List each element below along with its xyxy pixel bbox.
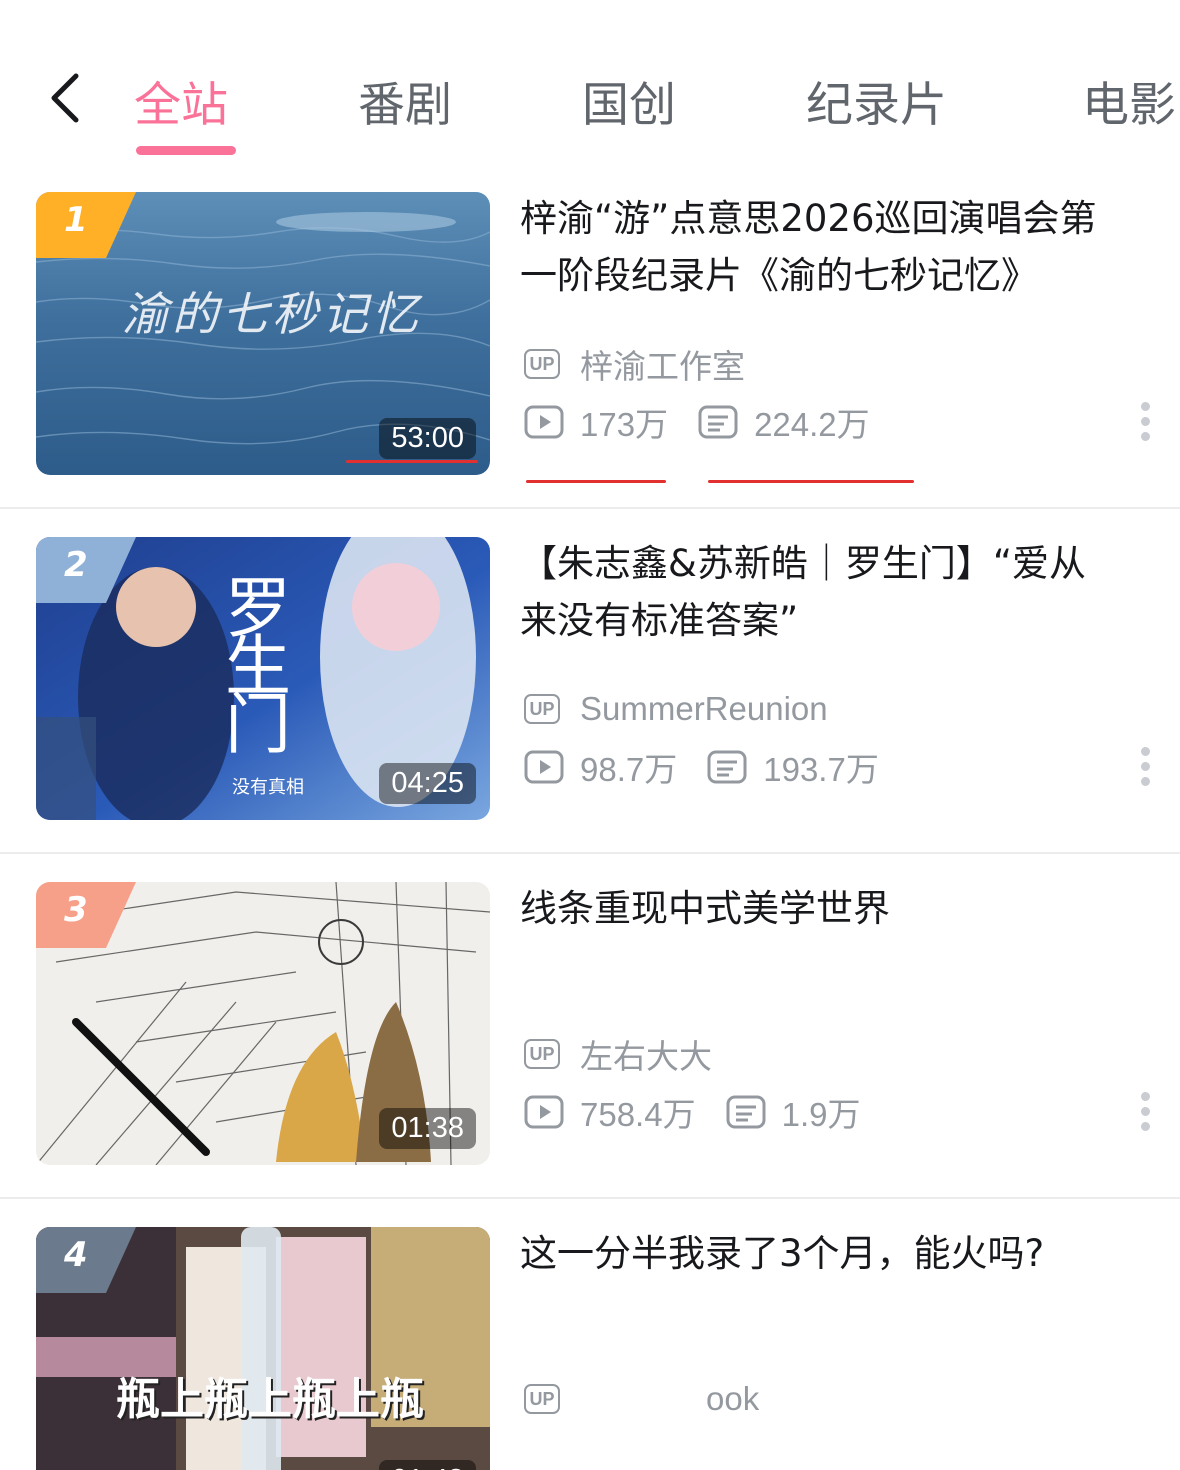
more-dots-icon[interactable] <box>1132 1092 1158 1140</box>
tab-guochuang[interactable]: 国创 <box>582 66 676 135</box>
play-count: 98.7万 <box>580 751 678 788</box>
uploader-line[interactable]: UP ook <box>524 1377 759 1421</box>
danmaku-count: 193.7万 <box>763 751 879 788</box>
tab-movie[interactable]: 电影 <box>1082 66 1176 135</box>
video-stats: 98.7万 193.7万 <box>524 745 879 789</box>
annotation-underline-plays <box>526 480 666 483</box>
uploader-line[interactable]: UP 梓渝工作室 <box>524 342 745 386</box>
uploader-line[interactable]: UP 左右大大 <box>524 1032 712 1076</box>
up-badge-icon: UP <box>524 694 560 724</box>
uploader-line[interactable]: UP SummerReunion <box>524 687 828 731</box>
video-stats: 173万 224.2万 <box>524 400 870 444</box>
annotation-underline-danmaku <box>708 480 914 483</box>
video-item[interactable]: 渝的七秒记忆 1 53:00 梓渝“游”点意思2026巡回演唱会第一阶段纪录片《… <box>0 162 1180 507</box>
category-tab-bar: 全站 番剧 国创 纪录片 电影 <box>0 0 1180 180</box>
danmaku-icon <box>707 750 747 784</box>
video-item[interactable]: 罗生门 没有真相 2 04:25 【朱志鑫&苏新皓｜罗生门】“爱从来没有标准答案… <box>0 507 1180 852</box>
play-count: 758.4万 <box>580 1096 696 1133</box>
uploader-name[interactable]: ook <box>706 1380 759 1418</box>
uploader-name[interactable]: 左右大大 <box>580 1030 712 1078</box>
tab-all[interactable]: 全站 <box>134 66 228 135</box>
video-title[interactable]: 梓渝“游”点意思2026巡回演唱会第一阶段纪录片《渝的七秒记忆》 <box>520 190 1120 304</box>
danmaku-icon <box>726 1095 766 1129</box>
video-title[interactable]: 这一分半我录了3个月，能火吗? <box>520 1225 1120 1282</box>
divider <box>0 852 1180 854</box>
video-duration: 01:48 <box>379 1460 476 1470</box>
play-count-icon <box>524 405 564 439</box>
play-count: 173万 <box>580 406 669 443</box>
rank-badge: 1 <box>36 192 136 258</box>
up-badge-icon: UP <box>524 1039 560 1069</box>
up-badge-icon: UP <box>524 1384 560 1414</box>
back-arrow-icon[interactable] <box>44 68 94 128</box>
video-duration: 53:00 <box>379 418 476 459</box>
up-badge-icon: UP <box>524 349 560 379</box>
video-title[interactable]: 【朱志鑫&苏新皓｜罗生门】“爱从来没有标准答案” <box>520 535 1120 649</box>
divider <box>0 1197 1180 1199</box>
play-count-icon <box>524 750 564 784</box>
tab-bangumi[interactable]: 番剧 <box>358 66 452 135</box>
active-tab-indicator <box>136 146 236 155</box>
more-dots-icon[interactable] <box>1132 747 1158 795</box>
more-dots-icon[interactable] <box>1132 402 1158 450</box>
video-item[interactable]: 3 01:38 线条重现中式美学世界 UP 左右大大 758.4万 1.9万 <box>0 852 1180 1197</box>
danmaku-icon <box>698 405 738 439</box>
rank-badge: 3 <box>36 882 136 948</box>
annotation-underline-duration <box>346 460 478 463</box>
play-count-icon <box>524 1095 564 1129</box>
uploader-name[interactable]: 梓渝工作室 <box>580 340 745 388</box>
video-thumbnail[interactable]: 罗生门 没有真相 2 04:25 <box>36 537 490 820</box>
video-item[interactable]: 瓶上瓶上瓶上瓶 4 01:48 这一分半我录了3个月，能火吗? UP ook <box>0 1197 1180 1470</box>
danmaku-count: 1.9万 <box>781 1096 861 1133</box>
divider <box>0 507 1180 509</box>
rank-badge: 4 <box>36 1227 136 1293</box>
danmaku-count: 224.2万 <box>754 406 870 443</box>
video-stats: 758.4万 1.9万 <box>524 1090 860 1134</box>
video-thumbnail[interactable]: 渝的七秒记忆 1 53:00 <box>36 192 490 475</box>
thumbnail-overlay-text: 瓶上瓶上瓶上瓶 <box>116 1374 424 1425</box>
video-thumbnail[interactable]: 3 01:38 <box>36 882 490 1165</box>
video-thumbnail[interactable]: 瓶上瓶上瓶上瓶 4 01:48 <box>36 1227 490 1470</box>
uploader-name[interactable]: SummerReunion <box>580 690 828 728</box>
video-title[interactable]: 线条重现中式美学世界 <box>520 880 1120 937</box>
video-duration: 04:25 <box>379 763 476 804</box>
video-duration: 01:38 <box>379 1108 476 1149</box>
thumbnail-subtitle: 没有真相 <box>232 777 304 798</box>
rank-badge: 2 <box>36 537 136 603</box>
thumbnail-overlay-text: 渝的七秒记忆 <box>122 287 422 341</box>
tab-documentary[interactable]: 纪录片 <box>806 66 947 135</box>
thumbnail-overlay-text: 罗生门 <box>214 573 291 747</box>
